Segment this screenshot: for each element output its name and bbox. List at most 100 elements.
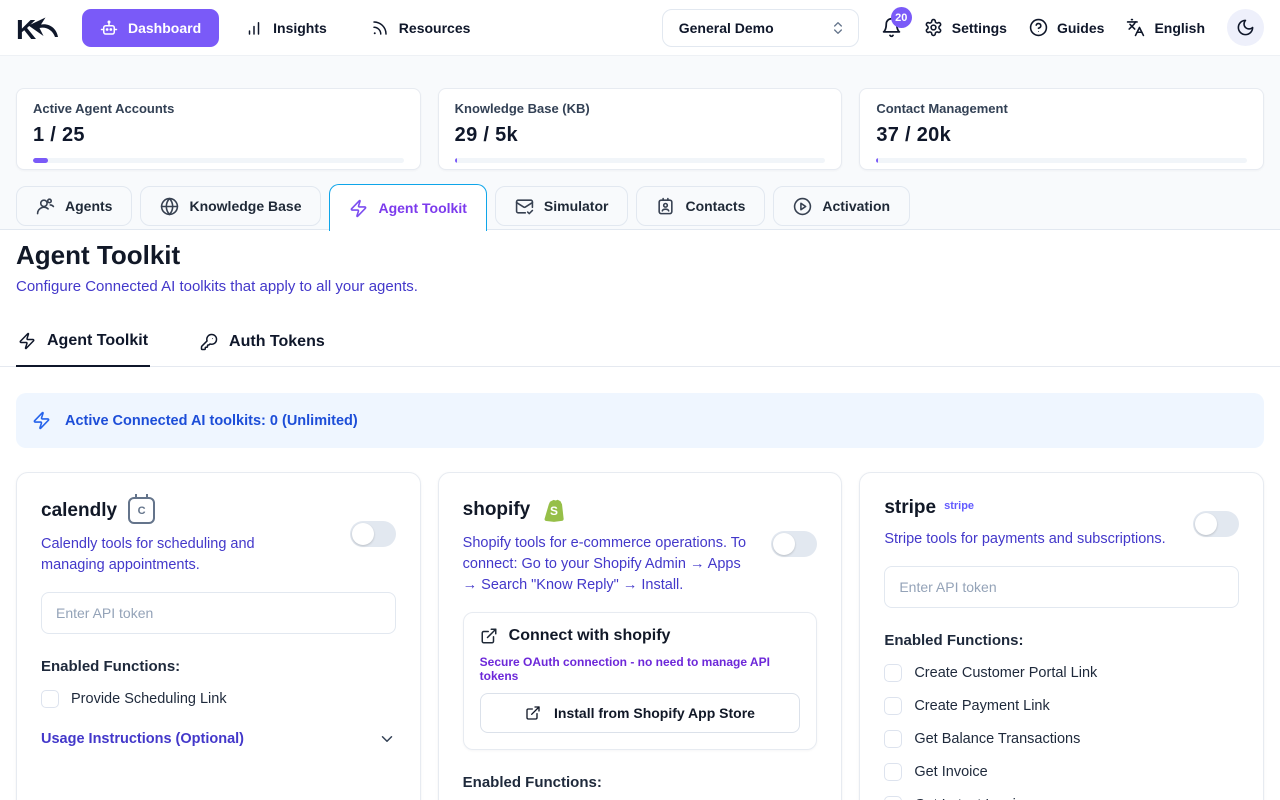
shopify-enable-toggle[interactable] bbox=[771, 531, 817, 557]
toolkit-cards-grid: calendly C Calendly tools for scheduling… bbox=[0, 472, 1280, 800]
nav-resources-button[interactable]: Resources bbox=[353, 9, 489, 47]
checkbox[interactable] bbox=[41, 690, 59, 708]
stat-label: Active Agent Accounts bbox=[33, 101, 404, 116]
calendly-api-token-input[interactable] bbox=[41, 592, 396, 634]
toolkit-card-calendly: calendly C Calendly tools for scheduling… bbox=[16, 472, 421, 800]
settings-button[interactable]: Settings bbox=[924, 18, 1007, 37]
calendar-icon: C bbox=[128, 497, 155, 524]
help-circle-icon bbox=[1029, 18, 1048, 37]
bar-chart-icon bbox=[245, 19, 263, 37]
stat-label: Knowledge Base (KB) bbox=[455, 101, 826, 116]
tab-label: Contacts bbox=[685, 198, 745, 214]
install-from-shopify-button[interactable]: Install from Shopify App Store bbox=[480, 693, 801, 733]
enabled-functions-heading: Enabled Functions: bbox=[463, 774, 818, 791]
usage-instructions-label: Usage Instructions (Optional) bbox=[41, 731, 244, 747]
toolkit-description: Calendly tools for scheduling and managi… bbox=[41, 534, 396, 576]
nav-insights-button[interactable]: Insights bbox=[227, 9, 345, 47]
toolkit-description: Stripe tools for payments and subscripti… bbox=[884, 529, 1239, 550]
language-button[interactable]: English bbox=[1126, 18, 1205, 37]
stripe-enable-toggle[interactable] bbox=[1193, 511, 1239, 537]
checkbox[interactable] bbox=[884, 796, 902, 800]
play-circle-icon bbox=[793, 197, 812, 216]
tab-knowledge-base[interactable]: Knowledge Base bbox=[140, 186, 321, 226]
checkbox[interactable] bbox=[884, 664, 902, 682]
toolkit-name: stripe bbox=[884, 497, 936, 519]
notifications-button[interactable]: 20 bbox=[881, 17, 902, 38]
function-label: Provide Scheduling Link bbox=[71, 691, 227, 707]
stripe-brand-badge: stripe bbox=[944, 500, 974, 512]
languages-icon bbox=[1126, 18, 1145, 37]
mail-check-icon bbox=[515, 197, 534, 216]
stat-value: 37 / 20k bbox=[876, 124, 1247, 147]
know-reply-logo: K bbox=[16, 10, 60, 46]
shopify-bag-icon: S bbox=[541, 497, 567, 523]
zap-icon bbox=[32, 411, 51, 430]
tab-label: Agents bbox=[65, 198, 112, 214]
tab-simulator[interactable]: Simulator bbox=[495, 186, 629, 226]
progress-bar bbox=[33, 158, 404, 163]
function-label: Create Payment Link bbox=[914, 698, 1049, 714]
nav-dashboard-button[interactable]: Dashboard bbox=[82, 9, 219, 47]
shopify-connect-panel: Connect with shopify Secure OAuth connec… bbox=[463, 612, 818, 750]
tab-contacts[interactable]: Contacts bbox=[636, 186, 765, 226]
zap-icon bbox=[349, 199, 368, 218]
calendly-enable-toggle[interactable] bbox=[350, 521, 396, 547]
nav-insights-label: Insights bbox=[273, 20, 327, 36]
chevron-down-icon bbox=[378, 730, 396, 748]
chevrons-up-down-icon bbox=[830, 20, 846, 36]
workspace-select-value: General Demo bbox=[679, 20, 774, 36]
stat-card-knowledge-base: Knowledge Base (KB) 29 / 5k bbox=[438, 88, 843, 170]
subtab-label: Auth Tokens bbox=[229, 333, 325, 351]
settings-label: Settings bbox=[952, 20, 1007, 36]
stat-card-agent-accounts: Active Agent Accounts 1 / 25 bbox=[16, 88, 421, 170]
external-link-icon bbox=[480, 627, 498, 645]
svg-text:K: K bbox=[16, 14, 36, 45]
function-label: Create Customer Portal Link bbox=[914, 665, 1097, 681]
users-icon bbox=[36, 197, 55, 216]
tab-agent-toolkit[interactable]: Agent Toolkit bbox=[329, 184, 486, 231]
subtab-auth-tokens[interactable]: Auth Tokens bbox=[198, 328, 327, 366]
top-navigation-bar: K Dashboard Insights Resources General D… bbox=[0, 0, 1280, 56]
globe-icon bbox=[160, 197, 179, 216]
function-checkbox-row[interactable]: Create Payment Link bbox=[884, 697, 1239, 715]
stat-value: 29 / 5k bbox=[455, 124, 826, 147]
sub-tab-bar: Agent Toolkit Auth Tokens bbox=[0, 328, 1280, 367]
page-title: Agent Toolkit bbox=[16, 240, 1264, 271]
checkbox[interactable] bbox=[884, 697, 902, 715]
checkbox[interactable] bbox=[884, 730, 902, 748]
connect-subtitle: Secure OAuth connection - no need to man… bbox=[480, 655, 801, 683]
install-button-label: Install from Shopify App Store bbox=[554, 705, 755, 721]
banner-text: Active Connected AI toolkits: 0 (Unlimit… bbox=[65, 413, 358, 429]
function-checkbox-row[interactable]: Create Customer Portal Link bbox=[884, 664, 1239, 682]
tab-label: Simulator bbox=[544, 198, 609, 214]
zap-icon bbox=[18, 332, 36, 350]
nav-resources-label: Resources bbox=[399, 20, 471, 36]
stripe-api-token-input[interactable] bbox=[884, 566, 1239, 608]
toolkit-description: Shopify tools for e-commerce operations.… bbox=[463, 533, 818, 596]
robot-icon bbox=[100, 19, 118, 37]
checkbox[interactable] bbox=[884, 763, 902, 781]
stat-value: 1 / 25 bbox=[33, 124, 404, 147]
function-checkbox-row[interactable]: Provide Scheduling Link bbox=[41, 690, 396, 708]
id-card-icon bbox=[656, 197, 675, 216]
key-icon bbox=[200, 333, 218, 351]
progress-bar bbox=[876, 158, 1247, 163]
function-checkbox-row[interactable]: Get Latest Invoice bbox=[884, 796, 1239, 800]
workspace-select[interactable]: General Demo bbox=[662, 9, 859, 47]
subtab-agent-toolkit[interactable]: Agent Toolkit bbox=[16, 328, 150, 367]
tab-activation[interactable]: Activation bbox=[773, 186, 910, 226]
function-checkbox-row[interactable]: Get Balance Transactions bbox=[884, 730, 1239, 748]
svg-text:S: S bbox=[550, 504, 558, 518]
enabled-functions-heading: Enabled Functions: bbox=[884, 632, 1239, 649]
external-link-icon bbox=[525, 705, 541, 721]
toolkit-name: shopify bbox=[463, 499, 531, 521]
subtab-label: Agent Toolkit bbox=[47, 332, 148, 350]
usage-instructions-toggle[interactable]: Usage Instructions (Optional) bbox=[41, 730, 396, 748]
stat-label: Contact Management bbox=[876, 101, 1247, 116]
function-checkbox-row[interactable]: Get Invoice bbox=[884, 763, 1239, 781]
tab-agents[interactable]: Agents bbox=[16, 186, 132, 226]
page-subtitle: Configure Connected AI toolkits that app… bbox=[16, 278, 1264, 295]
notification-badge: 20 bbox=[891, 7, 912, 28]
dark-mode-toggle[interactable] bbox=[1227, 9, 1264, 46]
guides-button[interactable]: Guides bbox=[1029, 18, 1104, 37]
